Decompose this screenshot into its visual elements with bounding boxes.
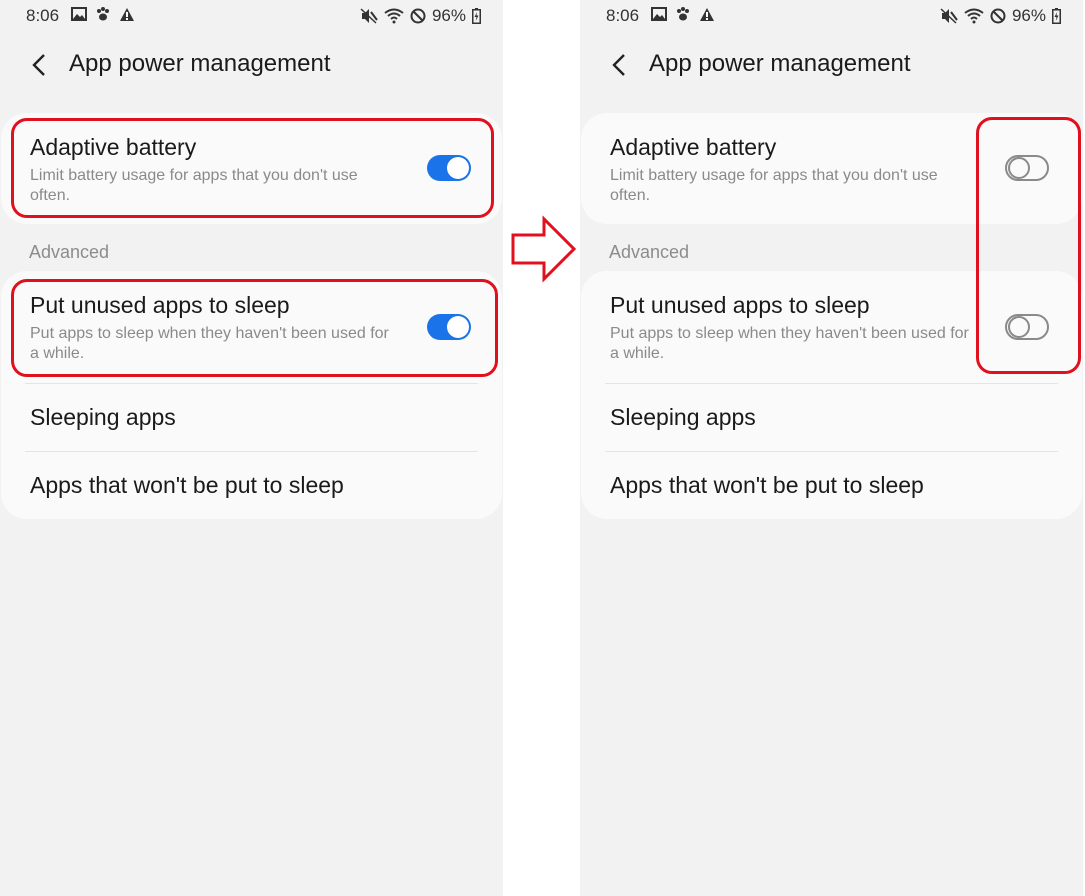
sleeping-apps-row[interactable]: Sleeping apps — [1, 384, 502, 451]
sleeping-apps-label: Sleeping apps — [30, 404, 176, 430]
mute-icon — [940, 8, 958, 24]
sleeping-apps-label: Sleeping apps — [610, 404, 756, 430]
sleeping-apps-row[interactable]: Sleeping apps — [581, 384, 1082, 451]
blocked-icon — [410, 8, 426, 24]
mute-icon — [360, 8, 378, 24]
highlight-box-sleep — [11, 279, 498, 377]
never-sleep-apps-label: Apps that won't be put to sleep — [610, 472, 924, 498]
gallery-icon — [71, 7, 87, 21]
status-bar: 8:06 96% — [0, 0, 503, 30]
sleep-title: Put unused apps to sleep — [610, 292, 870, 318]
paw-icon — [97, 7, 109, 21]
gallery-icon — [651, 7, 667, 21]
back-icon[interactable] — [608, 51, 632, 79]
never-sleep-apps-row[interactable]: Apps that won't be put to sleep — [581, 452, 1082, 519]
never-sleep-apps-row[interactable]: Apps that won't be put to sleep — [1, 452, 502, 519]
right-arrow-icon — [511, 215, 577, 283]
adaptive-battery-subtitle: Limit battery usage for apps that you do… — [610, 167, 938, 204]
battery-icon — [1052, 8, 1061, 24]
never-sleep-apps-label: Apps that won't be put to sleep — [30, 472, 344, 498]
screen-after: 8:06 96% App power management Adaptive b… — [580, 0, 1083, 896]
status-bar: 8:06 96% — [580, 0, 1083, 30]
app-bar: App power management — [580, 48, 1083, 84]
adaptive-battery-title: Adaptive battery — [610, 134, 777, 160]
blocked-icon — [990, 8, 1006, 24]
battery-percent: 96% — [431, 6, 466, 25]
status-time: 8:06 — [26, 6, 60, 25]
highlight-box-toggles — [976, 117, 1081, 374]
page-title: App power management — [649, 50, 911, 77]
advanced-section-label: Advanced — [29, 242, 110, 262]
warning-icon — [120, 7, 134, 21]
page-title: App power management — [69, 50, 331, 77]
screen-before: 8:06 96% App power management Adaptive b… — [0, 0, 503, 896]
wifi-icon — [384, 8, 404, 24]
app-bar: App power management — [0, 48, 503, 84]
advanced-section-label: Advanced — [609, 242, 690, 262]
warning-icon — [700, 7, 714, 21]
highlight-box-adaptive — [11, 118, 494, 218]
wifi-icon — [964, 8, 984, 24]
paw-icon — [677, 7, 689, 21]
back-icon[interactable] — [28, 51, 52, 79]
battery-percent: 96% — [1011, 6, 1046, 25]
sleep-subtitle: Put apps to sleep when they haven't been… — [610, 325, 969, 362]
status-time: 8:06 — [606, 6, 640, 25]
battery-icon — [472, 8, 481, 24]
